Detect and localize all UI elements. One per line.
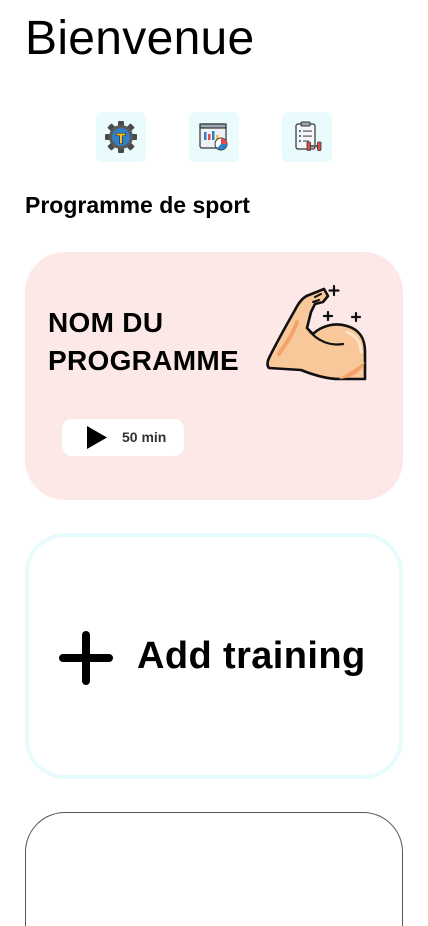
program-duration: 50 min — [122, 429, 167, 445]
program-name: NOM DU PROGRAMME — [48, 307, 239, 376]
play-icon — [85, 425, 109, 455]
section-title: Programme de sport — [25, 192, 250, 218]
home-screen: Bienvenue Programme de sport NOM DU PROG… — [0, 0, 428, 926]
program-card[interactable]: NOM DU PROGRAMME 50 min — [25, 252, 403, 500]
page-title: Bienvenue — [25, 12, 255, 65]
statistics-button[interactable] — [189, 112, 239, 162]
flexed-bicep-icon — [265, 282, 375, 392]
gear-icon — [104, 120, 138, 154]
add-training-button[interactable]: Add training — [25, 533, 403, 779]
stats-report-icon — [197, 120, 231, 154]
program-card-placeholder[interactable] — [25, 812, 403, 926]
duration-play-button[interactable]: 50 min — [62, 419, 184, 456]
add-training-label: Add training — [137, 635, 366, 677]
plus-icon — [59, 631, 113, 690]
workout-plan-icon — [290, 120, 324, 154]
workout-plan-button[interactable] — [282, 112, 332, 162]
quick-actions-row — [0, 112, 428, 162]
settings-button[interactable] — [96, 112, 146, 162]
